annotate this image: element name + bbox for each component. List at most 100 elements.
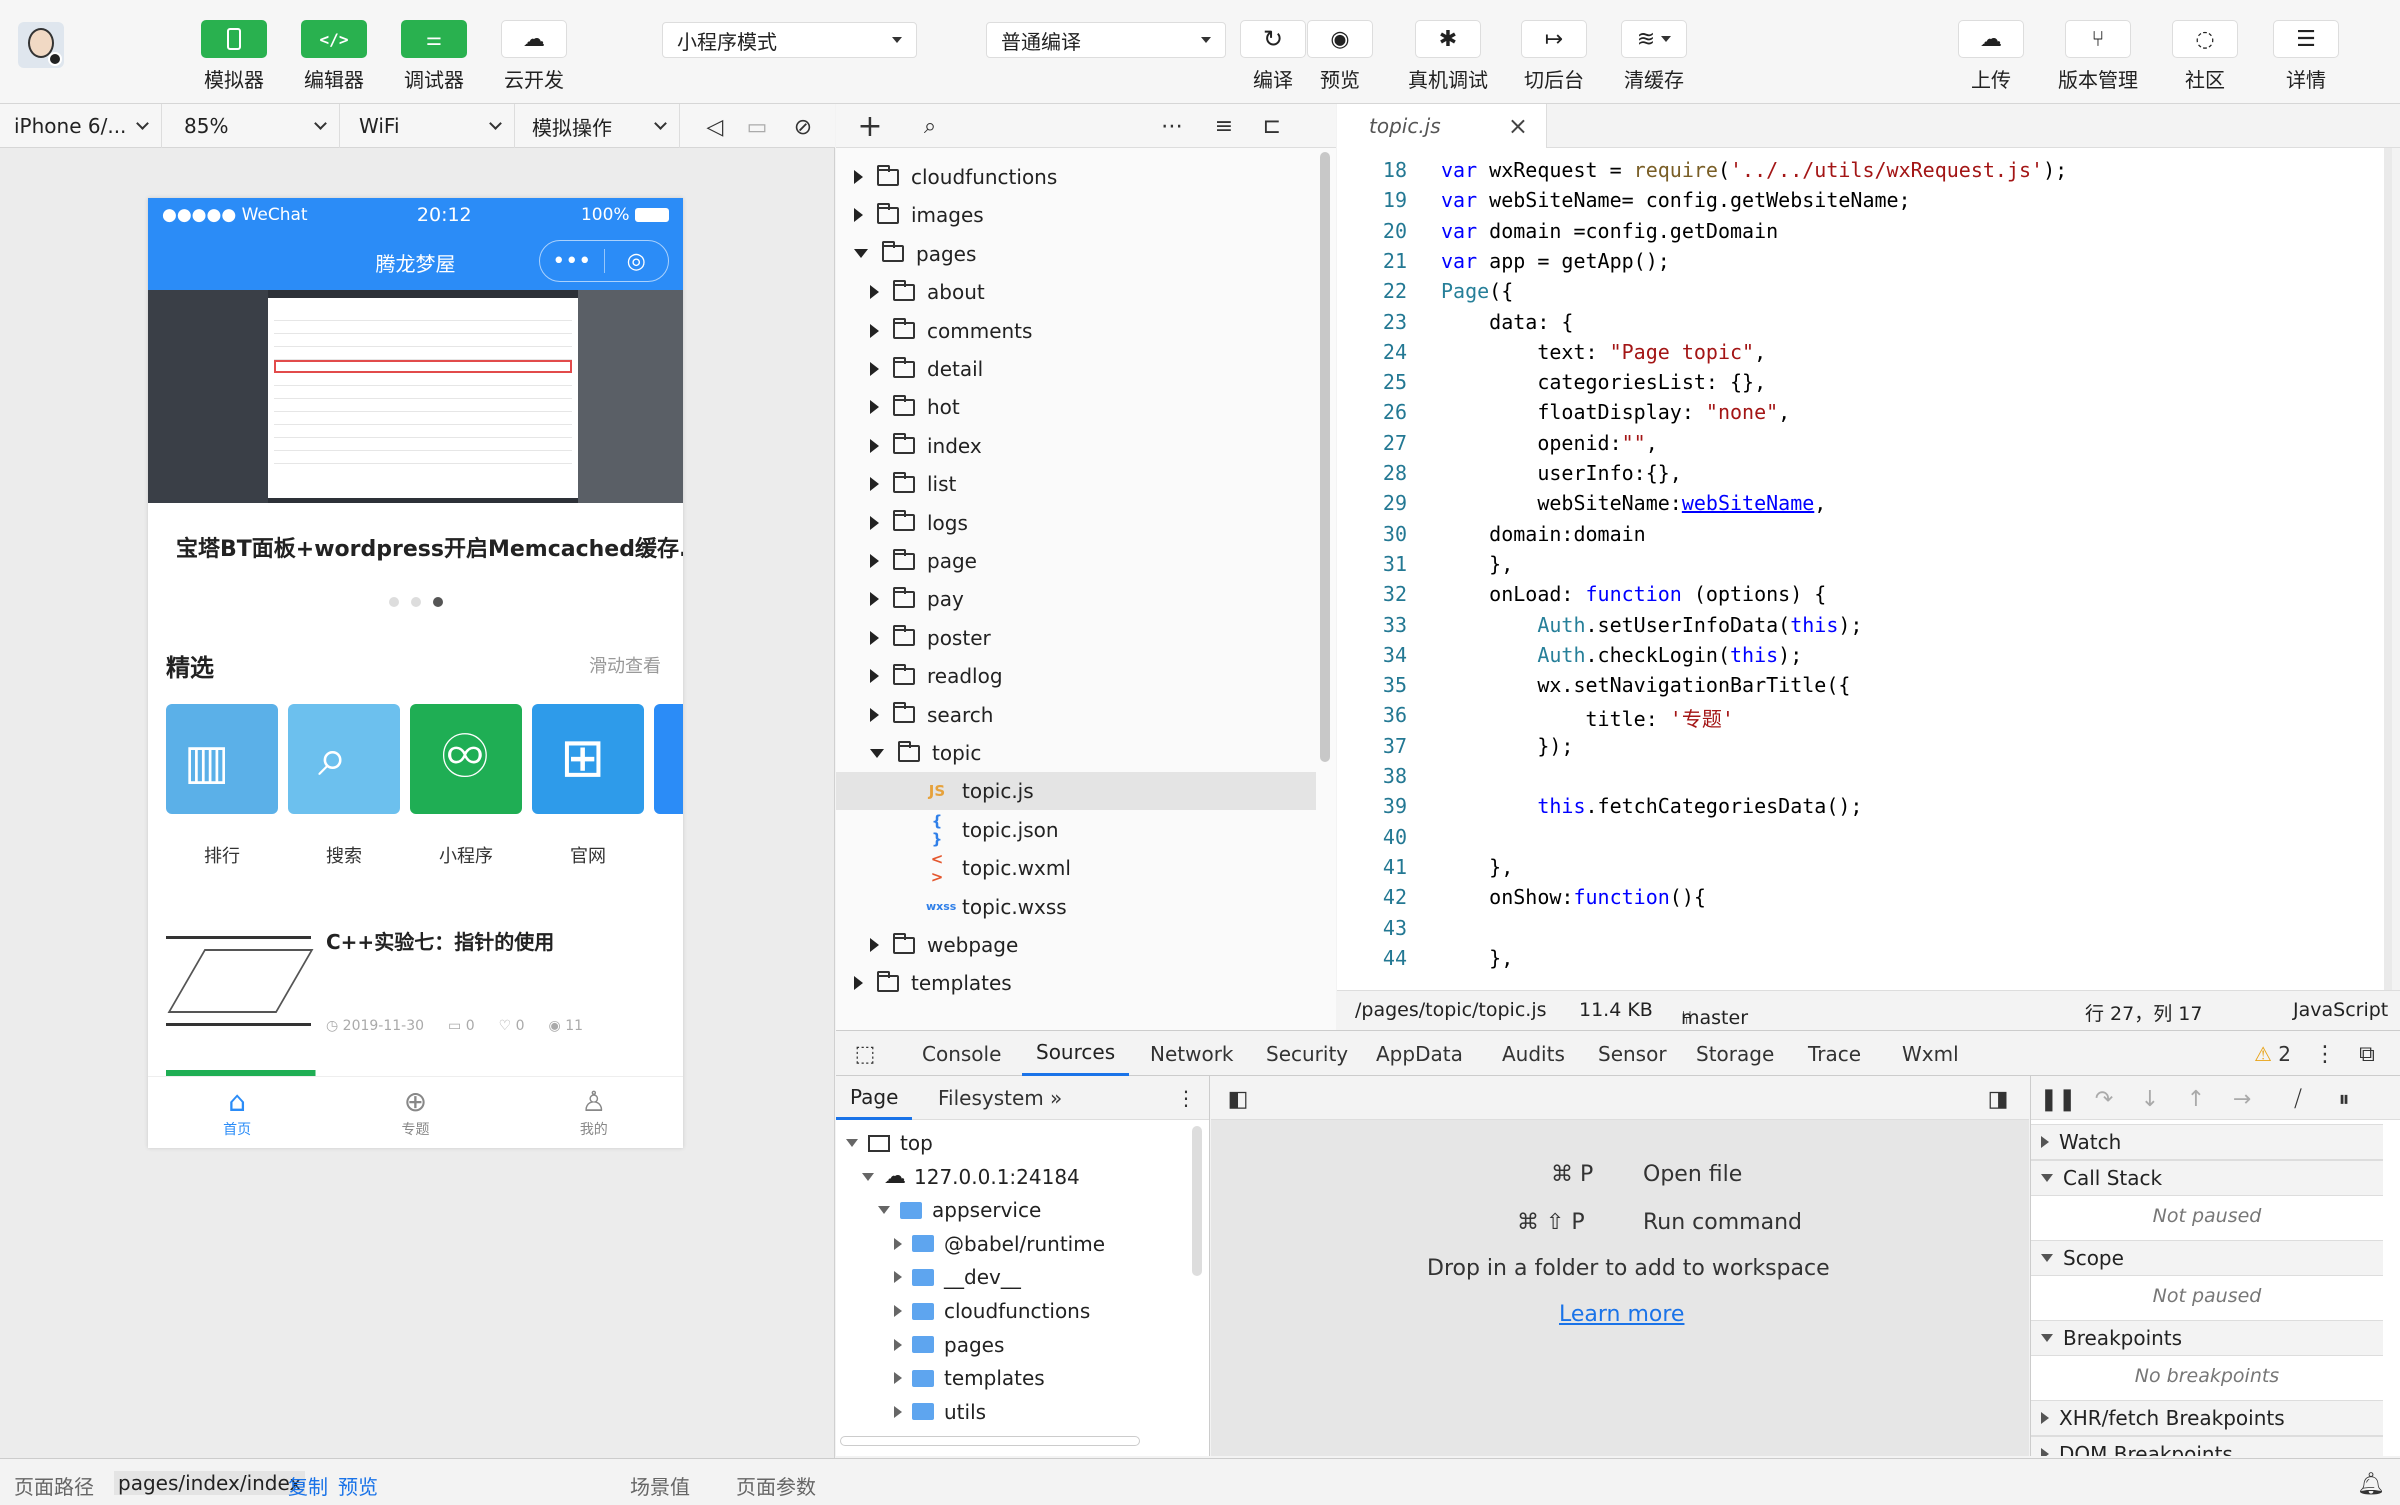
code-line[interactable]: wx.setNavigationBarTitle({ <box>1441 673 1850 697</box>
preview-link[interactable]: 预览 <box>338 1471 378 1500</box>
navigator-item[interactable]: appservice <box>878 1193 1041 1227</box>
tree-item-images[interactable]: images <box>836 196 1316 234</box>
code-line[interactable]: domain:domain <box>1441 522 1646 546</box>
bell-icon[interactable]: 🔔︎ <box>2356 1469 2386 1499</box>
more-icon[interactable]: ••• <box>540 249 604 274</box>
chevron-right-icon[interactable] <box>894 1305 902 1317</box>
chevron-right-icon[interactable] <box>870 285 879 300</box>
chevron-right-icon[interactable] <box>854 170 863 184</box>
tile-miniprogram[interactable]: ♾ <box>410 704 522 814</box>
tree-item-topic-wxss[interactable]: wxss topic.wxss <box>836 888 1316 926</box>
learn-more-link[interactable]: Learn more <box>1559 1302 1684 1327</box>
devtools-tab-storage[interactable]: Storage <box>1696 1031 1774 1076</box>
tab-filesystem[interactable]: Filesystem <box>928 1076 1054 1120</box>
tab-home[interactable]: ⌂ 首页 <box>148 1077 326 1148</box>
toggle-debugger-icon[interactable]: ◨ <box>1983 1084 2013 1114</box>
step-icon[interactable]: → <box>2227 1084 2257 1114</box>
search-icon[interactable]: ⌕ <box>914 110 946 142</box>
code-line[interactable]: onLoad: function (options) { <box>1441 582 1826 606</box>
code-line[interactable]: var app = getApp(); <box>1441 249 1670 273</box>
chevron-right-icon[interactable] <box>2041 1136 2049 1148</box>
navigator-item[interactable]: pages <box>894 1328 1004 1362</box>
tile-website[interactable]: ⊞ <box>532 704 644 814</box>
chevron-right-icon[interactable] <box>870 400 879 415</box>
tree-scrollbar[interactable] <box>1320 152 1330 762</box>
navigator-item[interactable]: __dev__ <box>894 1260 1021 1294</box>
chevron-down-icon[interactable] <box>878 1206 890 1215</box>
code-line[interactable]: var wxRequest = require('../../utils/wxR… <box>1441 158 2067 182</box>
copy-link[interactable]: 复制 <box>288 1471 328 1500</box>
code-line[interactable]: var domain =config.getDomain <box>1441 219 1778 243</box>
chevron-right-icon[interactable] <box>870 630 879 645</box>
tree-item-pages[interactable]: pages <box>836 235 1316 273</box>
chevron-down-icon[interactable] <box>862 1172 874 1181</box>
tab-mine[interactable]: ♙ 我的 <box>505 1077 683 1148</box>
code-line[interactable]: }, <box>1441 855 1513 879</box>
step-out-icon[interactable]: ↑ <box>2181 1084 2211 1114</box>
collapse-icon[interactable]: ≡ <box>1208 110 1240 142</box>
chevron-right-icon[interactable] <box>870 323 879 338</box>
tree-item-logs[interactable]: logs <box>836 504 1316 542</box>
clear-cache-button[interactable]: ≋ 清缓存 <box>1606 20 1702 93</box>
tile-more[interactable] <box>654 704 683 814</box>
navigator-item[interactable]: cloudfunctions <box>894 1294 1090 1328</box>
code-line[interactable]: onShow:function(){ <box>1441 885 1706 909</box>
inspect-icon[interactable]: ⬚ <box>850 1039 880 1069</box>
simulator-button[interactable]: 模拟器 <box>186 20 282 93</box>
devtools-tab-wxml[interactable]: Wxml <box>1902 1031 1959 1076</box>
code-line[interactable]: webSiteName:webSiteName, <box>1441 491 1826 515</box>
devtools-tab-trace[interactable]: Trace <box>1808 1031 1861 1076</box>
navigator-item[interactable]: templates <box>894 1361 1045 1395</box>
code-line[interactable]: Auth.checkLogin(this); <box>1441 643 1802 667</box>
code-line[interactable]: floatDisplay: "none", <box>1441 400 1790 424</box>
page-params-button[interactable]: 页面参数 <box>736 1471 816 1500</box>
toggle-navigator-icon[interactable]: ◧ <box>1223 1084 1253 1114</box>
device-select[interactable]: iPhone 6/... <box>0 104 162 148</box>
details-button[interactable]: ☰ 详情 <box>2258 20 2354 93</box>
devtools-tab-network[interactable]: Network <box>1150 1031 1234 1076</box>
chevron-right-icon[interactable] <box>894 1338 902 1351</box>
tree-item-topic-js[interactable]: JS topic.js <box>836 772 1316 811</box>
capsule-menu[interactable]: ••• ◎ <box>539 240 669 282</box>
banner-card[interactable]: 宝塔BT面板+wordpress开启Memcached缓存... <box>148 503 683 618</box>
scene-value-button[interactable]: 场景值 <box>630 1471 690 1500</box>
split-icon[interactable]: ⊏ <box>1256 110 1288 142</box>
devtools-tab-console[interactable]: Console <box>922 1031 1001 1076</box>
devtools-tab-appdata[interactable]: AppData <box>1376 1031 1463 1076</box>
mode-select[interactable]: 小程序模式 <box>662 22 917 58</box>
pause-on-exceptions-icon[interactable]: ⏸ <box>2329 1084 2359 1114</box>
tree-item-cloudfunctions[interactable]: cloudfunctions <box>836 158 1316 196</box>
devtools-tab-audits[interactable]: Audits <box>1502 1031 1565 1076</box>
chevron-down-icon[interactable] <box>846 1139 858 1147</box>
tree-item-about[interactable]: about <box>836 273 1316 311</box>
kebab-menu-icon[interactable]: ⋮ <box>2310 1039 2340 1069</box>
upload-button[interactable]: ☁ 上传 <box>1943 20 2039 93</box>
tree-item-readlog[interactable]: readlog <box>836 657 1316 695</box>
chevron-right-icon[interactable] <box>870 515 879 530</box>
code-line[interactable]: }, <box>1441 946 1513 970</box>
tree-item-detail[interactable]: detail <box>836 350 1316 388</box>
tab-page[interactable]: Page <box>836 1076 913 1120</box>
tree-item-topic[interactable]: topic <box>836 734 1316 772</box>
undock-icon[interactable]: ⧉ <box>2352 1039 2382 1069</box>
chevron-right-icon[interactable] <box>870 438 879 453</box>
code-editor[interactable]: 18 var wxRequest = require('../../utils/w… <box>1337 148 2392 990</box>
pause-icon[interactable]: ❚❚ <box>2040 1084 2077 1114</box>
code-line[interactable]: Page({ <box>1441 279 1513 303</box>
tree-item-search[interactable]: search <box>836 696 1316 734</box>
editor-tab-topic-js[interactable]: topic.js × <box>1337 104 1547 148</box>
more-tabs-icon[interactable]: » <box>1050 1076 1062 1120</box>
pane-xhr-fetch-breakpoints[interactable]: XHR/fetch Breakpoints <box>2031 1400 2383 1436</box>
navigator-scrollbar[interactable] <box>1192 1126 1202 1276</box>
chevron-right-icon[interactable] <box>870 477 879 492</box>
code-line[interactable]: title: '专题' <box>1441 703 1733 732</box>
pane-dom-breakpoints[interactable]: DOM Breakpoints <box>2031 1436 2383 1456</box>
tile-search[interactable]: ⌕ <box>288 704 400 814</box>
chevron-down-icon[interactable] <box>2041 1174 2053 1182</box>
chevron-down-icon[interactable] <box>2041 1334 2053 1342</box>
code-line[interactable]: }, <box>1441 552 1513 576</box>
tree-item-comments[interactable]: comments <box>836 312 1316 350</box>
tree-item-topic-wxml[interactable]: < > topic.wxml <box>836 849 1316 887</box>
step-into-icon[interactable]: ↓ <box>2135 1084 2165 1114</box>
cloud-dev-button[interactable]: ☁ 云开发 <box>486 20 582 93</box>
